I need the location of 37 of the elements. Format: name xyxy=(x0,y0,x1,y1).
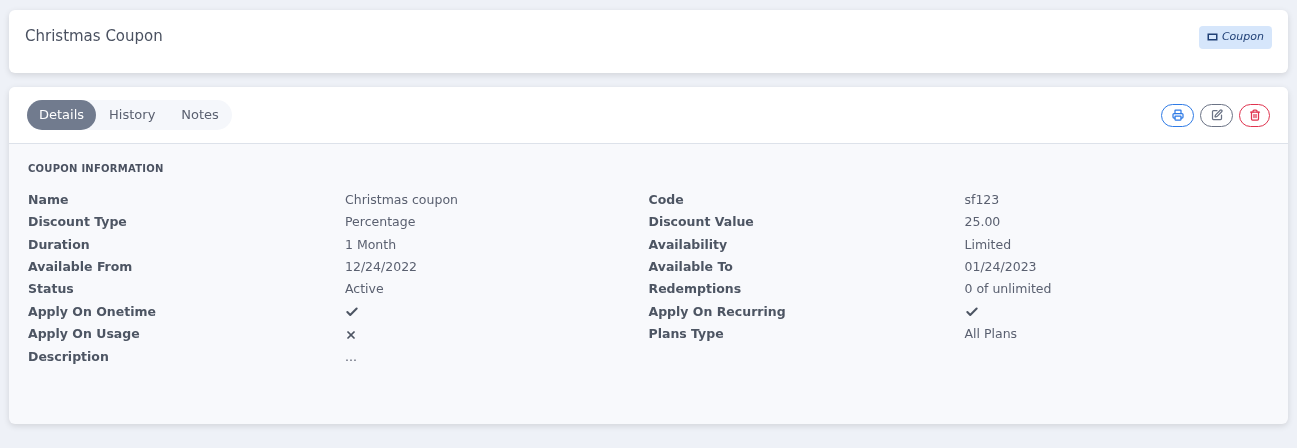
field-label: Apply On Recurring xyxy=(648,302,787,321)
field-value: Active xyxy=(345,280,384,299)
page-title: Christmas Coupon xyxy=(25,26,163,47)
field-label: Status xyxy=(28,280,75,299)
field-value: 01/24/2023 xyxy=(964,258,1037,276)
field-label: Discount Type xyxy=(28,213,128,232)
field-label: Redemptions xyxy=(648,280,743,299)
field-value: All Plans xyxy=(964,325,1018,344)
field-value: 25.00 xyxy=(964,213,1001,232)
section-title: COUPON INFORMATION xyxy=(28,162,164,176)
tab[interactable]: History xyxy=(96,100,169,130)
field-value: 12/24/2022 xyxy=(345,258,418,276)
field-label: Description xyxy=(28,347,110,366)
tab[interactable]: Notes xyxy=(168,100,232,130)
field-label: Availability xyxy=(648,235,729,254)
field-label: Apply On Onetime xyxy=(28,302,157,321)
field-value: ... xyxy=(345,347,357,366)
ticket-icon xyxy=(1206,33,1218,42)
field-value: Percentage xyxy=(345,213,416,232)
field-label: Apply On Usage xyxy=(28,325,141,344)
field-value: Limited xyxy=(964,235,1012,254)
field-label: Duration xyxy=(28,235,91,254)
field-label: Available From xyxy=(28,258,134,276)
type-badge: Coupon xyxy=(1198,26,1272,49)
tab[interactable]: Details xyxy=(27,100,97,130)
field-value: 0 of unlimited xyxy=(964,280,1052,299)
field-label: Code xyxy=(648,190,685,209)
field-label: Discount Value xyxy=(648,213,755,232)
trash-icon xyxy=(1248,109,1261,121)
field-label: Name xyxy=(28,190,70,209)
print-icon xyxy=(1171,109,1184,121)
edit-icon xyxy=(1210,109,1223,121)
field-label: Plans Type xyxy=(648,325,725,344)
field-label: Available To xyxy=(648,258,734,276)
field-value: sf123 xyxy=(964,190,1000,209)
field-value: 1 Month xyxy=(345,235,397,254)
field-value: Christmas coupon xyxy=(345,190,458,209)
